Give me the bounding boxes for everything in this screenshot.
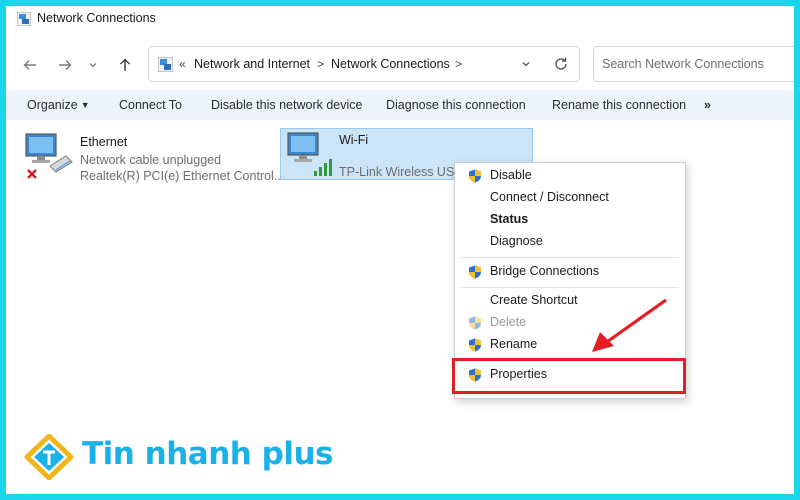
arrow-right-icon (59, 60, 72, 70)
title-bar: Network Connections (6, 6, 794, 32)
brand-name: Tin nhanh plus (82, 436, 333, 472)
uac-shield-icon (469, 316, 481, 330)
forward-button[interactable] (54, 54, 76, 76)
disconnected-x-icon (27, 169, 37, 179)
menu-separator (461, 287, 679, 288)
refresh-button[interactable] (553, 53, 569, 77)
refresh-icon (555, 57, 567, 70)
red-arrow-icon (592, 298, 667, 352)
breadcrumb-separator[interactable]: > (317, 57, 324, 71)
chevron-down-icon (89, 63, 97, 68)
menu-item-diagnose[interactable]: Diagnose (455, 231, 685, 253)
arrow-up-icon (120, 58, 130, 71)
menu-item-label: Create Shortcut (490, 293, 578, 307)
connect-to-button[interactable]: Connect To (119, 98, 182, 112)
more-commands-button[interactable]: » (704, 98, 711, 112)
menu-item-label: Rename (490, 337, 538, 351)
caret-down-icon: ▼ (80, 100, 90, 110)
breadcrumb-network-connections[interactable]: Network Connections (331, 57, 450, 71)
chevron-down-icon (522, 62, 530, 67)
arrow-left-icon (23, 60, 36, 70)
organize-label: Organize (27, 98, 78, 112)
breadcrumb-separator[interactable]: > (455, 57, 462, 71)
menu-item-label: Status (490, 212, 529, 226)
properties-highlight-box (452, 358, 686, 394)
menu-item-label: Delete (490, 315, 527, 329)
adapter-name: Ethernet (80, 135, 128, 149)
adapter-name: Wi-Fi (339, 133, 369, 147)
signal-strength-icon (314, 159, 332, 176)
window-title: Network Connections (37, 11, 156, 25)
menu-item-label: Diagnose (490, 234, 543, 248)
network-connections-icon (158, 57, 173, 72)
disable-device-button[interactable]: Disable this network device (211, 98, 362, 112)
address-bar[interactable]: « Network and Internet > Network Connect… (148, 46, 580, 82)
uac-shield-icon (469, 169, 481, 183)
search-input[interactable] (602, 55, 792, 73)
organize-button[interactable]: Organize ▼ (27, 98, 90, 112)
back-button[interactable] (19, 54, 41, 76)
breadcrumb-overflow[interactable]: « (179, 57, 186, 71)
diagnose-connection-button[interactable]: Diagnose this connection (386, 98, 526, 112)
uac-shield-icon (469, 265, 481, 279)
adapter-ethernet[interactable]: Ethernet Network cable unplugged Realtek… (22, 128, 285, 183)
menu-item-label: Bridge Connections (490, 264, 600, 278)
adapter-status: Network cable unplugged (80, 153, 222, 167)
network-connections-icon (17, 12, 31, 26)
menu-item-label: Disable (490, 168, 532, 182)
menu-item-bridge-connections[interactable]: Bridge Connections (455, 261, 685, 283)
explorer-window: Network Connections « Network and Intern… (6, 6, 794, 494)
menu-item-label: Connect / Disconnect (490, 190, 609, 204)
breadcrumb-network-and-internet[interactable]: Network and Internet (194, 57, 310, 71)
menu-item-status[interactable]: Status (455, 209, 685, 231)
command-bar: Organize ▼ Connect To Disable this networ… (6, 90, 794, 120)
address-dropdown[interactable] (521, 55, 531, 72)
adapter-device: Realtek(R) PCI(e) Ethernet Control... (80, 169, 285, 183)
uac-shield-icon (469, 338, 481, 352)
menu-item-connect-disconnect[interactable]: Connect / Disconnect (455, 187, 685, 209)
menu-separator (461, 257, 679, 258)
tin-nhanh-plus-logo (24, 434, 74, 480)
menu-item-disable[interactable]: Disable (455, 165, 685, 187)
rename-connection-button[interactable]: Rename this connection (552, 98, 686, 112)
recent-locations-button[interactable] (85, 54, 101, 76)
up-button[interactable] (114, 54, 136, 76)
search-box[interactable] (593, 46, 794, 82)
